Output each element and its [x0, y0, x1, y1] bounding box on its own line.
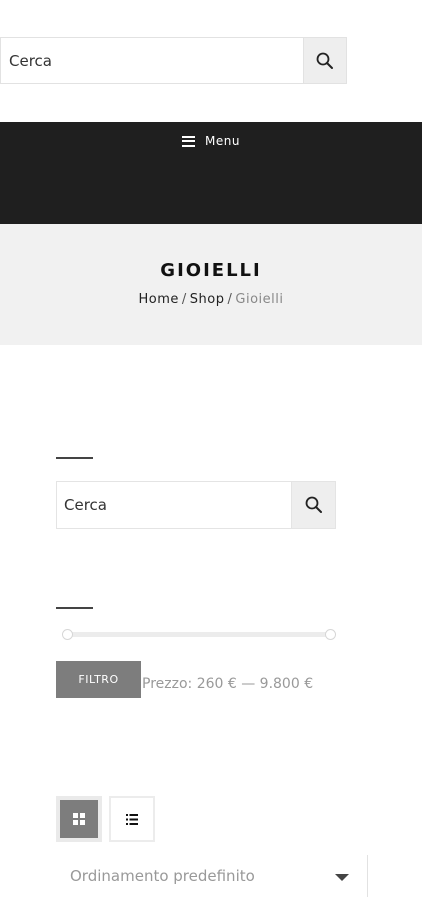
breadcrumb-current: Gioielli — [235, 292, 284, 307]
price-slider-track[interactable] — [68, 632, 330, 637]
hamburger-icon — [182, 135, 196, 147]
header-search-button[interactable] — [303, 37, 347, 84]
widget-divider — [56, 457, 93, 459]
sidebar-search: Cerca — [56, 481, 336, 529]
navigation-bar: Menu — [0, 122, 422, 224]
page-header: GIOIELLI Home / Shop / Gioielli — [0, 224, 422, 345]
header-search-input[interactable]: Cerca — [0, 37, 303, 84]
list-icon — [126, 813, 138, 825]
sidebar-search-input[interactable]: Cerca — [56, 481, 291, 529]
breadcrumb-shop[interactable]: Shop — [190, 292, 225, 307]
page-title: GIOIELLI — [160, 260, 262, 281]
breadcrumb-separator: / — [227, 292, 233, 307]
price-range-label: Prezzo: 260 € — 9.800 € — [142, 676, 314, 692]
menu-toggle-button[interactable]: Menu — [0, 134, 422, 148]
menu-label: Menu — [205, 134, 240, 148]
widget-divider — [56, 607, 93, 609]
breadcrumb-home[interactable]: Home — [139, 292, 179, 307]
grid-icon — [73, 813, 85, 825]
grid-view-button[interactable] — [56, 796, 102, 842]
sort-select-value: Ordinamento predefinito — [70, 867, 255, 885]
breadcrumb: Home / Shop / Gioielli — [0, 292, 422, 307]
breadcrumb-separator: / — [181, 292, 187, 307]
list-view-button[interactable] — [109, 796, 155, 842]
header-search: Cerca — [0, 37, 347, 84]
sort-select[interactable]: Ordinamento predefinito — [56, 855, 368, 897]
sidebar-search-button[interactable] — [291, 481, 336, 529]
search-icon — [305, 496, 322, 513]
search-icon — [316, 52, 333, 69]
price-slider-min-handle[interactable] — [62, 629, 73, 640]
filter-button[interactable]: FILTRO — [56, 661, 141, 698]
price-slider-max-handle[interactable] — [325, 629, 336, 640]
chevron-down-icon — [335, 874, 349, 881]
